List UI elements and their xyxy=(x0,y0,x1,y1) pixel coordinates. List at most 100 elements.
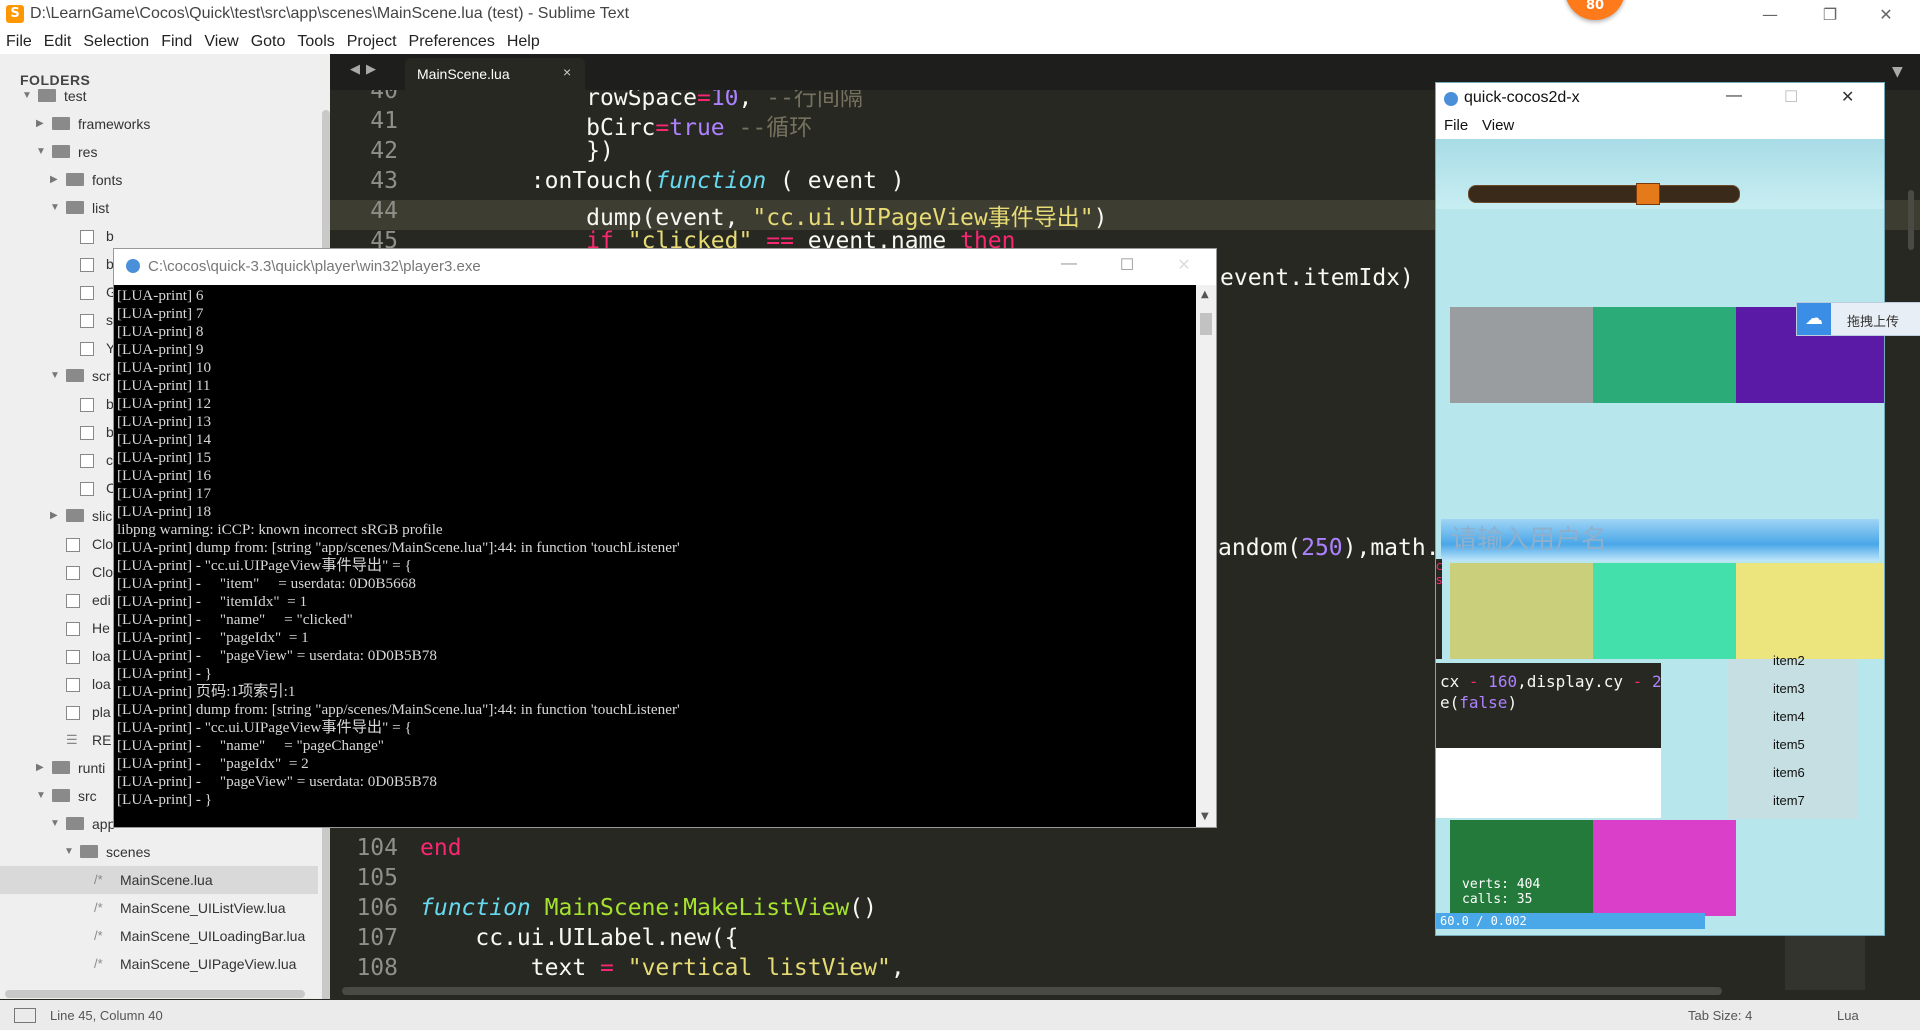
console-toggle-icon[interactable] xyxy=(14,1008,36,1023)
tab-nav-left-icon[interactable]: ◀ xyxy=(350,62,360,77)
menu-file[interactable]: File xyxy=(0,30,38,54)
console-line: [LUA-print] 页码:1项索引:1 xyxy=(117,683,296,700)
player-console-window[interactable]: C:\cocos\quick-3.3\quick\player\win32\pl… xyxy=(113,248,1217,828)
folder-item[interactable]: ▼ test xyxy=(0,82,318,110)
code-token: false xyxy=(1459,693,1508,712)
collapse-arrow-icon[interactable]: ▶ xyxy=(36,110,46,138)
list-item[interactable]: item6 xyxy=(1773,765,1805,780)
console-maximize-button[interactable]: ☐ xyxy=(1107,255,1147,275)
folder-item[interactable]: ▶ frameworks xyxy=(0,110,318,138)
slider-track[interactable] xyxy=(1468,185,1740,203)
file-icon xyxy=(80,258,94,272)
minimap[interactable] xyxy=(1785,930,1865,990)
expand-arrow-icon[interactable]: ▼ xyxy=(50,362,60,390)
file-item[interactable]: /* MainScene.lua xyxy=(0,866,318,894)
menu-edit[interactable]: Edit xyxy=(38,30,78,54)
qc-close-button[interactable]: ✕ xyxy=(1841,87,1854,107)
code-token: "vertical listView" xyxy=(627,955,891,981)
code-fragment-itemidx: event.itemIdx) xyxy=(1220,265,1414,291)
username-input[interactable]: 请输入用户名 xyxy=(1441,519,1879,561)
qc-menu-view[interactable]: View xyxy=(1482,117,1514,134)
scroll-up-icon[interactable]: ▲ xyxy=(1201,289,1209,300)
collapse-arrow-icon[interactable]: ▶ xyxy=(50,166,60,194)
tab-close-icon[interactable]: × xyxy=(563,64,571,80)
list-item[interactable]: item3 xyxy=(1773,681,1805,696)
tab-size[interactable]: Tab Size: 4 xyxy=(1688,1008,1752,1023)
console-minimize-button[interactable]: — xyxy=(1049,255,1089,273)
menu-selection[interactable]: Selection xyxy=(77,30,155,54)
maximize-button[interactable]: ❐ xyxy=(1810,3,1850,27)
folder-item[interactable]: ▼ res xyxy=(0,138,318,166)
list-item[interactable]: item7 xyxy=(1773,793,1805,808)
page-block-yellow[interactable] xyxy=(1736,563,1884,659)
code-line: bCirc=true --循环 xyxy=(420,108,812,142)
line-number: 44 xyxy=(370,198,398,224)
collapse-arrow-icon[interactable]: ▶ xyxy=(36,754,46,782)
menu-help[interactable]: Help xyxy=(501,30,546,54)
menu-project[interactable]: Project xyxy=(341,30,403,54)
console-close-button[interactable]: ✕ xyxy=(1164,255,1204,275)
close-button[interactable]: ✕ xyxy=(1866,3,1906,27)
file-item[interactable]: b xyxy=(0,222,318,250)
expand-arrow-icon[interactable]: ▼ xyxy=(64,838,74,866)
tree-item-label: Clo xyxy=(92,536,114,552)
folder-item[interactable]: ▼ scenes xyxy=(0,838,318,866)
page-block-gray[interactable] xyxy=(1450,307,1593,403)
code-token: 160 xyxy=(1478,672,1518,691)
list-item[interactable]: item2 xyxy=(1773,653,1805,668)
file-item[interactable]: /* MainScene_UILoadingBar.lua xyxy=(0,922,318,950)
expand-arrow-icon[interactable]: ▼ xyxy=(50,810,60,838)
menu-view[interactable]: View xyxy=(198,30,244,54)
menu-find[interactable]: Find xyxy=(155,30,198,54)
console-scroll-thumb[interactable] xyxy=(1200,313,1212,335)
file-item[interactable]: /* MainScene_UIListView.lua xyxy=(0,894,318,922)
code-line: end xyxy=(420,835,462,861)
tab-nav-right-icon[interactable]: ▶ xyxy=(366,62,376,77)
file-icon xyxy=(80,342,94,356)
page-block-mint[interactable] xyxy=(1593,563,1736,659)
file-item[interactable]: /* MainScene_UIPageView.lua xyxy=(0,950,318,978)
list-item[interactable]: item5 xyxy=(1773,737,1805,752)
menu-goto[interactable]: Goto xyxy=(245,30,292,54)
expand-arrow-icon[interactable]: ▼ xyxy=(22,82,32,110)
tree-item-label: slic xyxy=(92,508,113,524)
list-item[interactable]: item4 xyxy=(1773,709,1805,724)
qc-maximize-button[interactable]: ☐ xyxy=(1784,87,1798,107)
console-line: [LUA-print] 7 xyxy=(117,305,204,322)
scroll-down-icon[interactable]: ▼ xyxy=(1201,811,1209,822)
editor-vscrollbar[interactable] xyxy=(1908,190,1914,250)
sidebar-hscrollbar[interactable] xyxy=(5,990,305,998)
folder-item[interactable]: ▼ list xyxy=(0,194,318,222)
folder-item[interactable]: ▶ fonts xyxy=(0,166,318,194)
code-token: cx xyxy=(1440,672,1469,691)
menu-tools[interactable]: Tools xyxy=(291,30,340,54)
console-line: [LUA-print] - } xyxy=(117,665,213,682)
console-scrollbar[interactable]: ▲ ▼ xyxy=(1196,285,1216,827)
page-block-green[interactable] xyxy=(1593,307,1736,403)
expand-arrow-icon[interactable]: ▼ xyxy=(36,782,46,810)
tab-mainscene[interactable]: MainScene.lua × xyxy=(405,58,585,90)
page-block-olive[interactable] xyxy=(1450,563,1593,659)
editor-hscrollbar[interactable] xyxy=(342,987,1722,995)
game-canvas[interactable]: 请输入用户名 cx - 160,display.cy - 2 e(false) … xyxy=(1436,139,1884,935)
code-token: c xyxy=(1436,559,1443,573)
code-line: cc.ui.UILabel.new({ xyxy=(420,925,738,951)
expand-arrow-icon[interactable]: ▼ xyxy=(50,194,60,222)
tree-item-label: c xyxy=(106,452,113,468)
console-line: [LUA-print] - "cc.ui.UIPageView事件导出" = { xyxy=(117,719,412,736)
slider-thumb[interactable] xyxy=(1636,183,1660,205)
quick-cocos-window[interactable]: quick-cocos2d-x — ☐ ✕ File View 请输入用户名 c… xyxy=(1435,82,1885,936)
item-list[interactable]: item2 item3 item4 item5 item6 item7 xyxy=(1728,653,1858,819)
file-icon: ☰ xyxy=(66,732,78,747)
expand-arrow-icon[interactable]: ▼ xyxy=(36,138,46,166)
drag-upload-button[interactable]: ☁ 拖拽上传 xyxy=(1796,302,1920,336)
qc-menu-file[interactable]: File xyxy=(1444,117,1468,134)
collapse-arrow-icon[interactable]: ▶ xyxy=(50,502,60,530)
syntax-mode[interactable]: Lua xyxy=(1837,1008,1859,1023)
minimize-button[interactable]: — xyxy=(1750,3,1790,27)
menu-preferences[interactable]: Preferences xyxy=(403,30,501,54)
qc-minimize-button[interactable]: — xyxy=(1726,87,1742,105)
upload-label: 拖拽上传 xyxy=(1847,315,1900,330)
tab-dropdown-icon[interactable]: ▼ xyxy=(1892,64,1903,80)
code-token: , xyxy=(890,955,905,981)
